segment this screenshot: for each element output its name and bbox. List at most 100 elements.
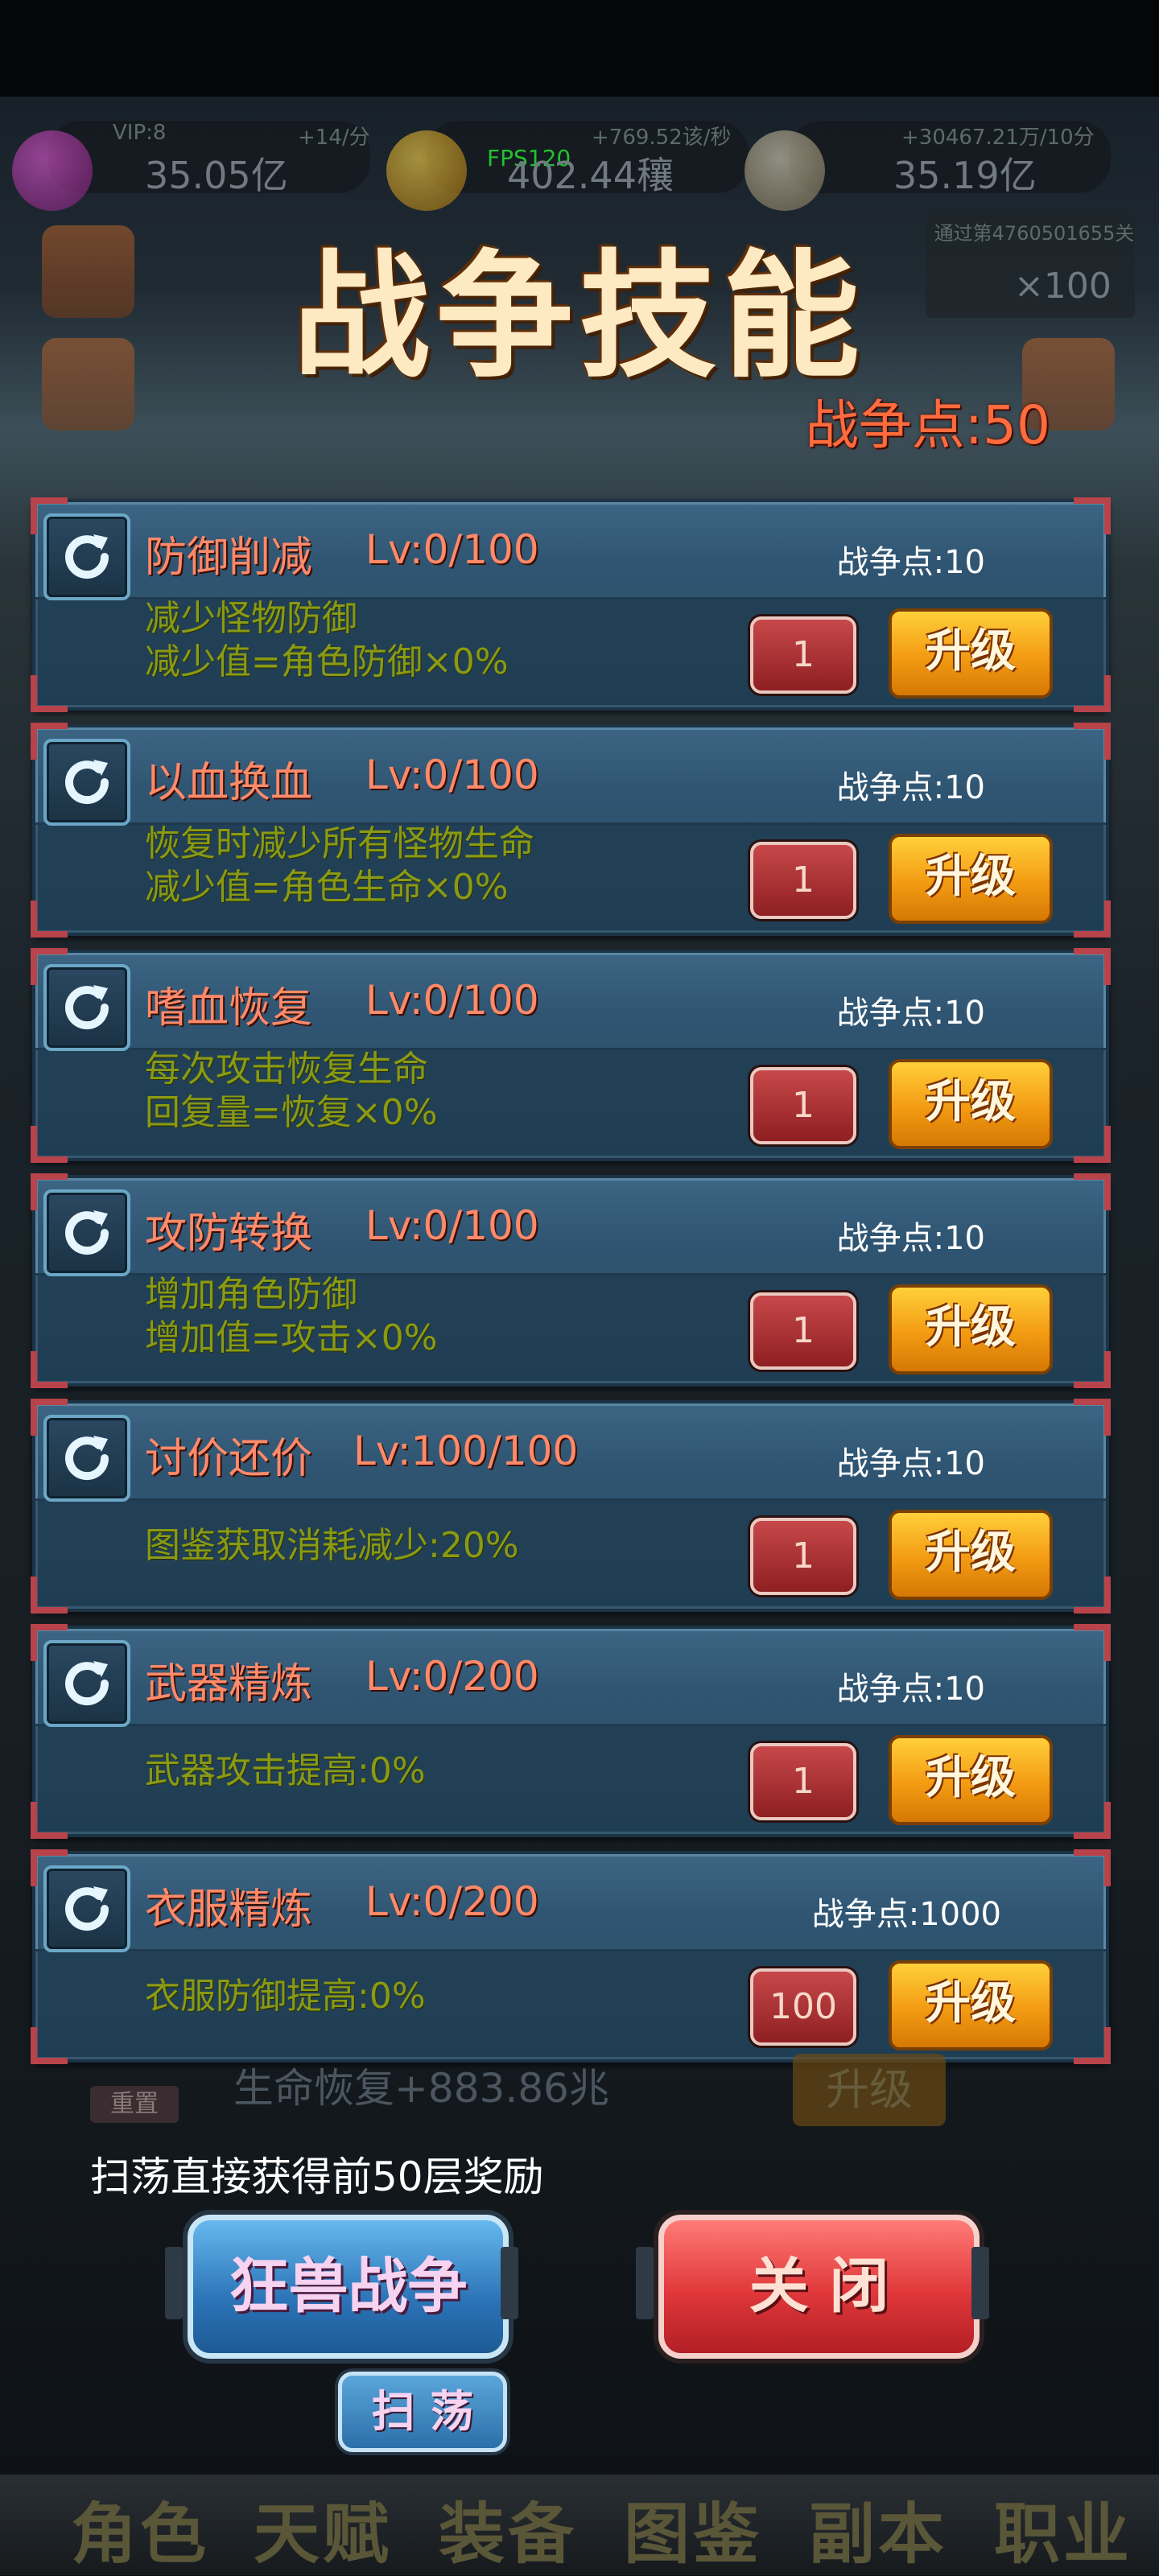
desc-line: 图鉴获取消耗减少:20% — [145, 1525, 519, 1566]
card-corner — [31, 1577, 68, 1614]
skill-card: 防御削减 Lv:0/100 战争点:10 减少怪物防御 减少值=角色防御×0% 1… — [31, 497, 1111, 712]
upgrade-button[interactable]: 升级 — [889, 1284, 1053, 1375]
button-grip-left — [165, 2247, 183, 2319]
upgrade-button[interactable]: 升级 — [889, 1059, 1053, 1149]
coin-icon — [386, 130, 467, 211]
nav-talent[interactable]: 天赋 — [254, 2480, 392, 2576]
button-grip-right — [501, 2247, 518, 2319]
desc-line: 减少怪物防御 — [145, 598, 357, 639]
desc-line: 每次攻击恢复生命 — [145, 1049, 428, 1090]
quantity-button[interactable]: 1 — [750, 616, 856, 694]
card-corner — [1074, 1624, 1111, 1661]
refresh-icon — [43, 1415, 130, 1502]
card-corner — [1074, 723, 1111, 760]
quantity-button[interactable]: 100 — [750, 1968, 856, 2046]
skill-cost: 战争点:10 — [836, 995, 985, 1032]
skill-level: Lv:0/200 — [365, 1653, 539, 1700]
card-corner — [31, 1351, 68, 1388]
skill-card: 嗜血恢复 Lv:0/100 战争点:10 每次攻击恢复生命 回复量=恢复×0% 1… — [31, 948, 1111, 1163]
card-corner — [31, 1802, 68, 1839]
card-corner — [1074, 1802, 1111, 1839]
close-button[interactable]: 关 闭 — [658, 2215, 980, 2359]
skill-name: 武器精炼 — [145, 1660, 313, 1708]
skill-description: 衣服防御提高:0% — [145, 1975, 426, 2018]
panel-title: 战争技能 — [292, 237, 866, 397]
skill-description: 增加角色防御 增加值=攻击×0% — [145, 1273, 438, 1360]
beast-war-button[interactable]: 狂兽战争 — [188, 2215, 509, 2359]
gem-value: 35.05亿 — [145, 154, 288, 197]
button-grip-left — [636, 2247, 654, 2319]
background-regen-text: 生命恢复+883.86兆 — [233, 2065, 609, 2112]
refresh-icon — [43, 1189, 130, 1276]
desc-line: 减少值=角色防御×0% — [145, 641, 509, 682]
upgrade-button[interactable]: 升级 — [889, 1735, 1053, 1825]
skill-level: Lv:0/100 — [365, 977, 539, 1024]
card-corner — [1074, 1849, 1111, 1886]
desc-line: 减少值=角色生命×0% — [145, 867, 509, 908]
gem-icon — [12, 130, 93, 211]
desc-line: 增加值=攻击×0% — [145, 1317, 438, 1358]
skill-level: Lv:0/100 — [365, 526, 539, 573]
skill-cost: 战争点:1000 — [811, 1896, 1001, 1933]
quantity-button[interactable]: 1 — [750, 842, 856, 919]
desc-line: 恢复时减少所有怪物生命 — [145, 823, 534, 864]
quantity-button[interactable]: 1 — [750, 1067, 856, 1144]
skill-level: Lv:0/100 — [365, 1202, 539, 1249]
nav-character[interactable]: 角色 — [71, 2480, 209, 2576]
nav-dungeon[interactable]: 副本 — [809, 2480, 947, 2576]
upgrade-button[interactable]: 升级 — [889, 834, 1053, 924]
card-corner — [31, 2027, 68, 2064]
card-corner — [1074, 675, 1111, 712]
card-corner — [1074, 497, 1111, 534]
skill-name: 防御削减 — [145, 534, 313, 582]
skill-card: 攻防转换 Lv:0/100 战争点:10 增加角色防御 增加值=攻击×0% 1 升… — [31, 1173, 1111, 1388]
skill-card: 讨价还价 Lv:100/100 战争点:10 图鉴获取消耗减少:20% 1 升级 — [31, 1399, 1111, 1614]
card-divider — [35, 1498, 1106, 1501]
skill-description: 每次攻击恢复生命 回复量=恢复×0% — [145, 1048, 438, 1135]
quantity-button[interactable]: 1 — [750, 1518, 856, 1595]
button-grip-right — [971, 2247, 989, 2319]
background-upgrade-button: 升级 — [793, 2054, 946, 2126]
skill-card: 衣服精炼 Lv:0/200 战争点:1000 衣服防御提高:0% 100 升级 — [31, 1849, 1111, 2064]
desc-line: 增加角色防御 — [145, 1274, 357, 1315]
skill-cost: 战争点:10 — [836, 544, 985, 581]
nav-class[interactable]: 职业 — [994, 2480, 1132, 2576]
skill-cost: 战争点:10 — [836, 1445, 985, 1482]
refresh-icon — [43, 964, 130, 1051]
skill-card: 武器精炼 Lv:0/200 战争点:10 武器攻击提高:0% 1 升级 — [31, 1624, 1111, 1839]
sweep-button[interactable]: 扫 荡 — [338, 2372, 507, 2452]
quantity-button[interactable]: 1 — [750, 1292, 856, 1370]
nav-codex[interactable]: 图鉴 — [624, 2480, 762, 2576]
coin-value: 402.44穰 — [507, 154, 674, 197]
skill-name: 以血换血 — [145, 759, 313, 807]
card-corner — [1074, 1577, 1111, 1614]
skill-cost: 战争点:10 — [836, 1220, 985, 1257]
desc-line: 回复量=恢复×0% — [145, 1092, 438, 1133]
desc-line: 武器攻击提高:0% — [145, 1750, 426, 1791]
background-reset-button: 重置 — [90, 2086, 179, 2123]
card-corner — [31, 1126, 68, 1163]
upgrade-button[interactable]: 升级 — [889, 608, 1053, 699]
nav-equipment[interactable]: 装备 — [439, 2480, 577, 2576]
upgrade-button[interactable]: 升级 — [889, 1960, 1053, 2050]
refresh-icon — [43, 1865, 130, 1952]
skill-level: Lv:0/100 — [365, 752, 539, 798]
upgrade-button[interactable]: 升级 — [889, 1510, 1053, 1600]
vip-level: VIP:8 — [113, 121, 167, 145]
skill-description: 武器攻击提高:0% — [145, 1750, 426, 1793]
skull-value: 35.19亿 — [893, 154, 1037, 197]
skill-description: 恢复时减少所有怪物生命 减少值=角色生命×0% — [145, 822, 534, 909]
card-corner — [31, 675, 68, 712]
skill-cost: 战争点:10 — [836, 769, 985, 806]
card-corner — [1074, 948, 1111, 985]
card-corner — [1074, 1399, 1111, 1436]
card-divider — [35, 1724, 1106, 1726]
skill-card: 以血换血 Lv:0/100 战争点:10 恢复时减少所有怪物生命 减少值=角色生命… — [31, 723, 1111, 938]
skill-level: Lv:100/100 — [353, 1428, 579, 1474]
quantity-button[interactable]: 1 — [750, 1743, 856, 1820]
skill-name: 攻防转换 — [145, 1210, 313, 1258]
card-corner — [1074, 1351, 1111, 1388]
refresh-icon — [43, 739, 130, 826]
card-divider — [35, 1949, 1106, 1952]
sweep-info-text: 扫荡直接获得前50层奖励 — [90, 2154, 544, 2200]
